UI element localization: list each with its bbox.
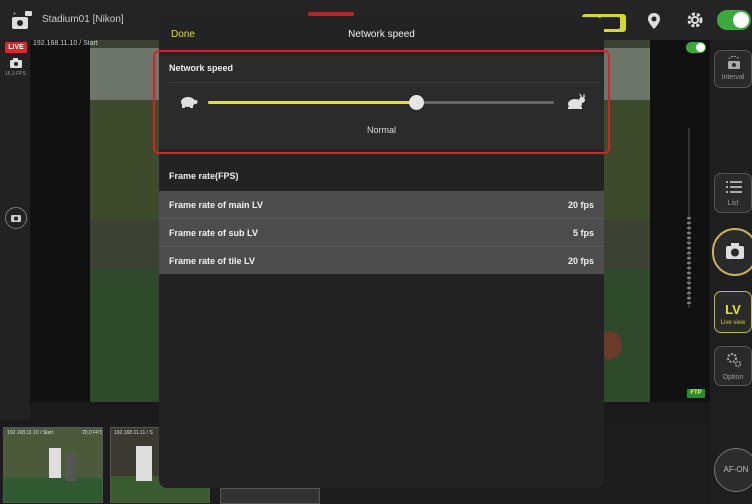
thumbnail-3[interactable] (220, 488, 320, 504)
frame-rate-name: Frame rate of tile LV (169, 256, 255, 266)
thumbnail-1-fps: 20.0 FPS (82, 430, 103, 436)
app-title: Stadium01 [Nikon] (42, 14, 124, 25)
option-gear-icon (727, 353, 742, 368)
modal-title: Network speed (348, 29, 415, 40)
frame-rate-name: Frame rate of sub LV (169, 228, 258, 238)
thumbnail-1-photo (4, 428, 102, 502)
lv-toggle-knob (696, 43, 705, 52)
frame-rate-row-main[interactable]: Frame rate of main LV 20 fps (159, 191, 604, 218)
option-button[interactable]: Option (714, 346, 752, 386)
thumbnail-1[interactable]: 192.168.11.10 / Start 20.0 FPS (3, 427, 103, 503)
shutter-button[interactable] (712, 228, 752, 276)
interval-button[interactable]: Interval (714, 50, 752, 88)
shutter-camera-icon (726, 243, 744, 259)
list-icon (726, 181, 742, 193)
network-speed-heading: Network speed (169, 63, 234, 73)
af-on-label: AF-ON (723, 465, 749, 474)
frame-rate-value: 5 fps (572, 228, 594, 238)
frame-rate-name: Frame rate of main LV (169, 200, 263, 210)
location-pin-icon[interactable] (645, 12, 663, 30)
frame-rate-value: 20 fps (567, 256, 594, 266)
toggle-knob (733, 12, 749, 28)
svg-text:+: + (13, 11, 16, 17)
live-view-label: LV (725, 302, 741, 317)
frame-rate-row-tile[interactable]: Frame rate of tile LV 20 fps (159, 247, 604, 274)
camera-icon (10, 58, 22, 68)
frame-rate-heading: Frame rate(FPS) (169, 171, 239, 181)
list-label: List (727, 200, 739, 207)
thumbnail-1-caption: 192.168.11.10 / Start (7, 430, 54, 436)
camera-app-icon[interactable]: + (10, 8, 34, 32)
speed-slider-knob[interactable] (409, 95, 424, 110)
turtle-slow-icon (181, 97, 198, 108)
speed-slider-fill (208, 101, 416, 104)
network-speed-value: Normal (366, 125, 396, 135)
thumbnail-2-caption: 192.168.11.11 / S (114, 430, 153, 436)
interval-camera-icon (728, 55, 740, 69)
fps-readout: 16.3 FPS (5, 71, 26, 77)
camera-icon (11, 215, 21, 222)
side-camera-button[interactable] (5, 207, 27, 229)
exposure-level-scale (687, 128, 691, 308)
lv-ip-status: 192.168.11.10 / Start (33, 40, 98, 47)
list-button[interactable]: List (714, 173, 752, 213)
section-divider (169, 82, 601, 83)
option-label: Option (722, 374, 744, 381)
ftp-badge: FTP (687, 389, 705, 398)
live-view-sublabel: Live view (720, 320, 746, 326)
left-strip (0, 40, 30, 420)
frame-rate-value: 20 fps (567, 200, 594, 210)
interval-label: Interval (721, 74, 745, 81)
frame-rate-row-sub[interactable]: Frame rate of sub LV 5 fps (159, 219, 604, 246)
gear-icon[interactable] (686, 11, 704, 29)
recording-indicator (308, 12, 354, 16)
rabbit-fast-icon (568, 93, 585, 109)
live-badge: LIVE (5, 42, 27, 53)
